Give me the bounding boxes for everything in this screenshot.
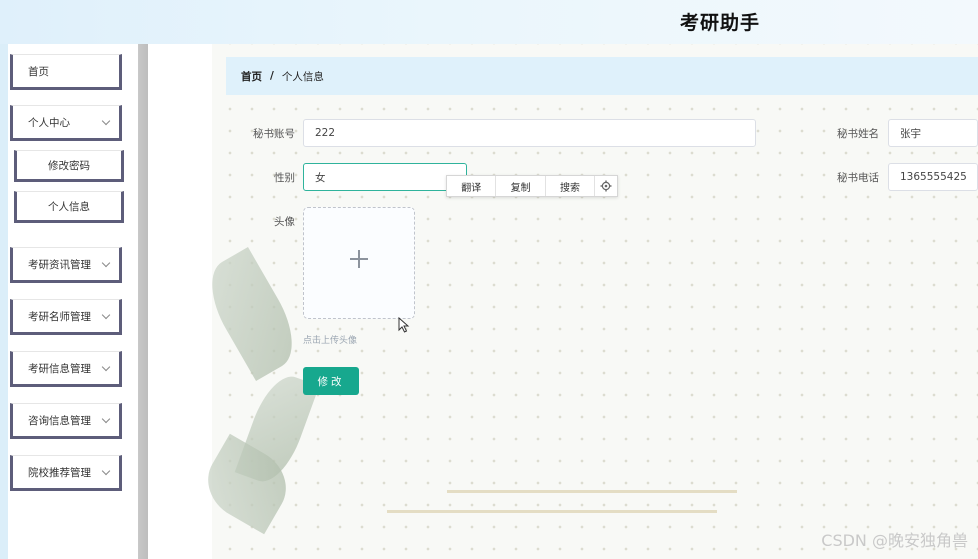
sidebar-item-home[interactable]: 首页	[10, 54, 122, 90]
mouse-pointer-icon	[398, 317, 410, 333]
phone-field[interactable]	[888, 163, 978, 191]
gender-field[interactable]	[303, 163, 467, 191]
gender-label: 性别	[274, 172, 295, 184]
plus-icon	[358, 250, 360, 268]
name-label: 秘书姓名	[837, 128, 879, 140]
sidebar-item-personal-center[interactable]: 个人中心	[10, 105, 122, 141]
sidebar-item-label: 考研信息管理	[28, 362, 91, 375]
sidebar-item-label: 个人信息	[48, 200, 90, 213]
avatar-label: 头像	[274, 216, 295, 228]
sidebar-item-consult-management[interactable]: 咨询信息管理	[10, 403, 122, 439]
sidebar-item-school-recommend[interactable]: 院校推荐管理	[10, 455, 122, 491]
sidebar-item-news-management[interactable]: 考研资讯管理	[10, 247, 122, 283]
breadcrumb: 首页 / 个人信息	[226, 57, 978, 95]
breadcrumb-separator: /	[270, 70, 274, 82]
context-toolbar: 翻译 复制 搜索	[446, 175, 618, 197]
sidebar-divider	[138, 44, 148, 559]
chevron-down-icon	[101, 116, 111, 126]
sidebar-item-label: 院校推荐管理	[28, 466, 91, 479]
sidebar: 首页 个人中心 修改密码 个人信息 考研资讯管理 考研名师管理 考研信息管理 咨…	[8, 44, 138, 559]
watermark: CSDN @晚安独角兽	[821, 531, 968, 550]
avatar-upload[interactable]	[303, 207, 415, 319]
breadcrumb-current: 个人信息	[281, 70, 324, 83]
translate-button[interactable]: 翻译	[447, 176, 497, 196]
copy-button[interactable]: 复制	[496, 176, 546, 196]
gear-icon[interactable]	[595, 176, 617, 196]
sidebar-item-change-password[interactable]: 修改密码	[14, 150, 124, 182]
sidebar-item-label: 个人中心	[28, 116, 70, 129]
sidebar-item-info-management[interactable]: 考研信息管理	[10, 351, 122, 387]
submit-button[interactable]: 修改	[303, 367, 359, 395]
app-title: 考研助手	[679, 12, 760, 34]
frame-decoration	[387, 510, 717, 513]
chevron-down-icon	[101, 362, 111, 372]
chevron-down-icon	[101, 466, 111, 476]
sidebar-item-label: 首页	[28, 65, 49, 78]
app-header: 考研助手	[0, 0, 978, 44]
sidebar-item-label: 咨询信息管理	[28, 414, 91, 427]
sidebar-item-label: 考研资讯管理	[28, 258, 91, 271]
plant-leaf-decoration	[196, 247, 308, 381]
phone-label: 秘书电话	[837, 172, 879, 184]
main-content: 首页 / 个人信息 秘书账号 秘书姓名 性别 秘书电话 头像 点击上传头像 修改	[148, 44, 978, 559]
left-edge-strip	[0, 44, 8, 559]
chevron-down-icon	[101, 310, 111, 320]
sidebar-item-personal-info[interactable]: 个人信息	[14, 191, 124, 223]
name-field[interactable]	[888, 119, 978, 147]
chevron-down-icon	[101, 414, 111, 424]
breadcrumb-home[interactable]: 首页	[241, 69, 262, 84]
account-field[interactable]	[303, 119, 756, 147]
sidebar-item-label: 修改密码	[48, 159, 90, 172]
sidebar-item-teacher-management[interactable]: 考研名师管理	[10, 299, 122, 335]
search-button[interactable]: 搜索	[546, 176, 596, 196]
frame-decoration	[447, 490, 737, 493]
upload-hint: 点击上传头像	[303, 336, 358, 346]
account-label: 秘书账号	[253, 128, 295, 140]
sidebar-item-label: 考研名师管理	[28, 310, 91, 323]
chevron-down-icon	[101, 258, 111, 268]
